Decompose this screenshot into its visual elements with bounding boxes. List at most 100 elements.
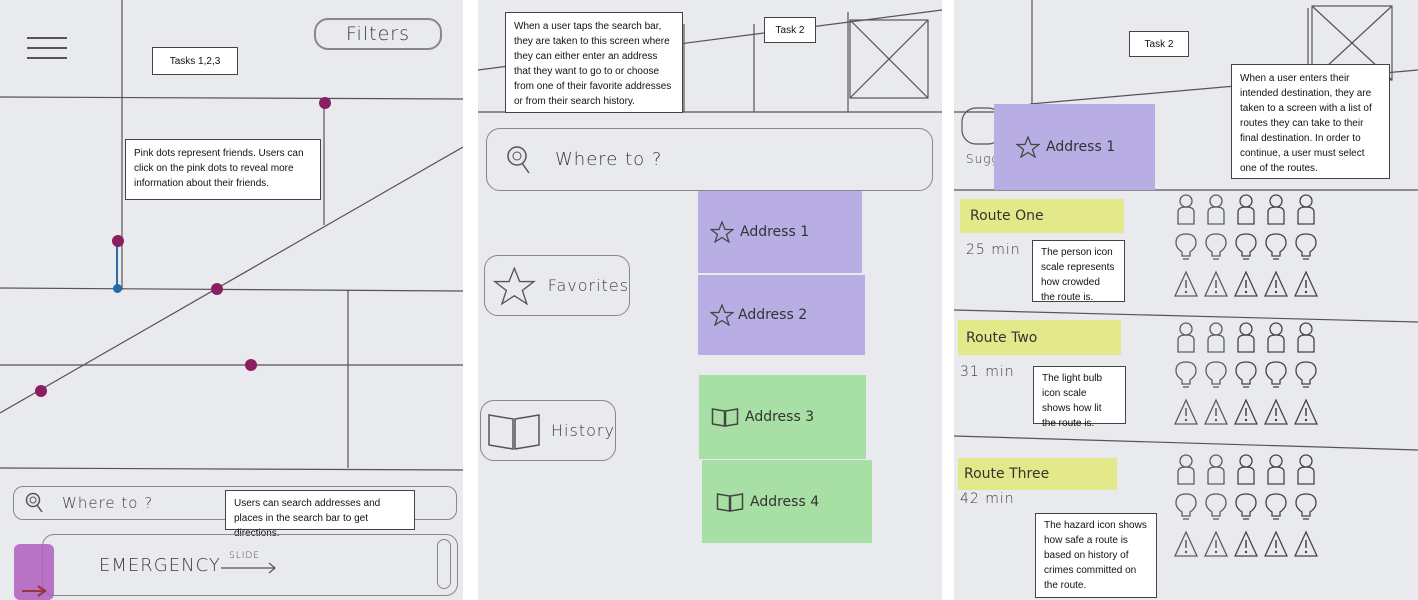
search-input-text: Where to ?	[555, 149, 663, 170]
route-three-time: 42 min	[960, 491, 1015, 507]
bulb-icon	[1235, 493, 1257, 520]
person-icon	[1237, 322, 1255, 353]
person-icon	[1207, 194, 1225, 225]
hazard-icon	[1264, 530, 1288, 557]
friend-dot[interactable]	[211, 283, 223, 295]
friend-dot[interactable]	[245, 359, 257, 371]
bulb-icon	[1295, 493, 1317, 520]
person-icon	[1297, 322, 1315, 353]
person-icon	[1297, 194, 1315, 225]
search-note: Users can search addresses and places in…	[225, 490, 415, 539]
route-one-time: 25 min	[966, 242, 1021, 258]
routes-screen-note: When a user enters their intended destin…	[1231, 64, 1390, 179]
hazard-icon	[1204, 398, 1228, 425]
hazard-icon-note: The hazard icon shows how safe a route i…	[1035, 513, 1157, 598]
bulb-icon	[1205, 361, 1227, 388]
search-icon	[507, 145, 530, 173]
hazard-icon	[1294, 530, 1318, 557]
friends-note: Pink dots represent friends. Users can c…	[125, 139, 321, 200]
bulb-icon	[1205, 493, 1227, 520]
user-location-dot	[113, 284, 122, 293]
bulb-icon	[1175, 233, 1197, 260]
hazard-icon	[1234, 270, 1258, 297]
routes-screen: Task 2 Sugg Address 1 When a user enters…	[954, 0, 1418, 600]
arrow-icon	[221, 562, 276, 574]
friend-dot[interactable]	[35, 385, 47, 397]
route-one-button[interactable]: Route One	[960, 199, 1124, 233]
search-input[interactable]: Where to ?	[486, 128, 933, 191]
favorites-button[interactable]: Favorites	[484, 255, 630, 316]
bulb-icon	[1295, 361, 1317, 388]
bulb-icon	[1205, 233, 1227, 260]
hazard-icon	[1204, 270, 1228, 297]
bulb-icon	[1295, 233, 1317, 260]
route-three-button[interactable]: Route Three	[958, 458, 1117, 490]
book-icon	[488, 413, 540, 450]
friend-dot[interactable]	[319, 97, 331, 109]
history-button[interactable]: History	[480, 400, 616, 461]
book-icon	[711, 408, 739, 427]
filters-button[interactable]: Filters	[314, 18, 442, 50]
route-two-button[interactable]: Route Two	[958, 320, 1121, 355]
route-two-time: 31 min	[960, 364, 1015, 380]
star-icon	[1016, 136, 1040, 158]
bulb-icon	[1175, 493, 1197, 520]
hazard-icon	[1174, 530, 1198, 557]
emergency-slider-handle[interactable]	[14, 544, 54, 600]
hazard-icon	[1294, 398, 1318, 425]
friend-dot[interactable]	[112, 235, 124, 247]
hazard-icon	[1264, 398, 1288, 425]
slide-label: SLIDE	[229, 551, 260, 561]
person-icon	[1207, 454, 1225, 485]
search-screen-note: When a user taps the search bar, they ar…	[505, 12, 683, 113]
slide-track-end	[437, 539, 451, 589]
person-icon	[1267, 194, 1285, 225]
hazard-icon	[1294, 270, 1318, 297]
task-tag: Task 2	[764, 17, 816, 43]
map-screen: Filters Tasks 1,2,3 Pink dots represent …	[0, 0, 463, 600]
route-icon-scales	[1174, 194, 1374, 594]
selected-address: Address 1	[994, 104, 1155, 190]
person-icon	[1177, 322, 1195, 353]
person-icon	[1267, 454, 1285, 485]
search-screen: When a user taps the search bar, they ar…	[478, 0, 942, 600]
favorites-label: Favorites	[547, 276, 629, 295]
menu-icon[interactable]	[27, 37, 67, 61]
person-icon-note: The person icon scale represents how cro…	[1032, 240, 1125, 303]
person-icon	[1177, 454, 1195, 485]
person-icon	[1237, 454, 1255, 485]
favorite-address-2[interactable]: Address 2	[698, 275, 865, 355]
bulb-icon	[1265, 493, 1287, 520]
bulb-icon	[1235, 361, 1257, 388]
person-icon	[1297, 454, 1315, 485]
hazard-icon	[1264, 270, 1288, 297]
favorite-address-1[interactable]: Address 1	[698, 191, 862, 273]
emergency-label: EMERGENCY	[99, 555, 221, 576]
bulb-icon	[1235, 233, 1257, 260]
emergency-slider[interactable]: EMERGENCY SLIDE	[42, 534, 458, 596]
search-icon	[25, 492, 43, 513]
history-label: History	[551, 421, 615, 440]
person-icon	[1207, 322, 1225, 353]
person-icon	[1177, 194, 1195, 225]
star-icon	[493, 265, 536, 305]
person-icon	[1267, 322, 1285, 353]
star-icon	[710, 304, 734, 326]
history-address-4[interactable]: Address 4	[702, 460, 872, 543]
hazard-icon	[1204, 530, 1228, 557]
hazard-icon	[1234, 530, 1258, 557]
bulb-icon	[1175, 361, 1197, 388]
bulb-icon-note: The light bulb icon scale shows how lit …	[1033, 366, 1126, 429]
hazard-icon	[1234, 398, 1258, 425]
person-icon	[1237, 194, 1255, 225]
filters-label: Filters	[346, 23, 410, 45]
hazard-icon	[1174, 398, 1198, 425]
bulb-icon	[1265, 361, 1287, 388]
tasks-tag: Tasks 1,2,3	[152, 47, 238, 75]
arrow-icon	[22, 585, 47, 597]
bulb-icon	[1265, 233, 1287, 260]
book-icon	[716, 492, 744, 512]
hazard-icon	[1174, 270, 1198, 297]
history-address-3[interactable]: Address 3	[699, 375, 866, 459]
search-text: Where to ?	[62, 494, 154, 512]
